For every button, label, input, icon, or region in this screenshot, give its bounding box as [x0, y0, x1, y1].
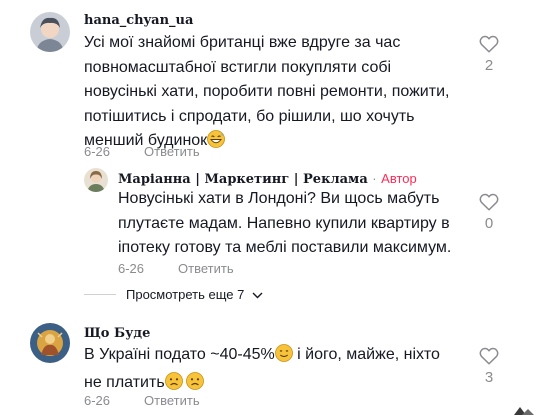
avatar-marianna[interactable] — [84, 168, 108, 192]
divider-line — [84, 294, 116, 295]
reply-button[interactable]: Ответить — [144, 144, 200, 159]
like-button[interactable]: 0 — [474, 193, 504, 232]
chevron-down-icon — [252, 287, 263, 302]
comment-meta: 6-26 Ответить — [84, 144, 200, 159]
like-count: 2 — [484, 57, 494, 74]
comment-text-part1: В Україні подато ~40-45% — [84, 346, 275, 363]
comment-text-body: Усі мої знайомі британці вже вдруге за ч… — [84, 34, 450, 149]
heart-icon — [479, 193, 499, 211]
comment-date: 6-26 — [118, 261, 145, 276]
comment-date: 6-26 — [84, 393, 111, 408]
comment-username[interactable]: Маріанна | Маркетинг | Реклама · Автор — [118, 171, 417, 187]
view-more-label[interactable]: Просмотреть еще 7 — [126, 287, 244, 302]
comment-text: Усі мої знайомі британці вже вдруге за ч… — [84, 31, 454, 157]
view-more-replies-button[interactable]: Просмотреть еще 7 — [84, 287, 263, 302]
comment-date: 6-26 — [84, 144, 111, 159]
partial-image-fragment — [500, 402, 537, 415]
like-button[interactable]: 3 — [474, 347, 504, 386]
separator-dot: · — [372, 171, 377, 186]
comment-username[interactable]: Що Буде — [84, 326, 150, 341]
comment-text: В Україні подато ~40-45% і його, майже, … — [84, 343, 454, 398]
heart-icon — [479, 347, 499, 365]
avatar-hana[interactable] — [30, 12, 70, 52]
comment-meta: 6-26 Ответить — [84, 393, 200, 408]
comment-meta: 6-26 Ответить — [118, 261, 234, 276]
avatar-shcho-bude[interactable] — [30, 323, 70, 363]
like-count: 0 — [484, 215, 494, 232]
comment-text: Новусінькі хати в Лондоні? Ви щось мабут… — [118, 190, 452, 256]
reply-button[interactable]: Ответить — [144, 393, 200, 408]
smiling-face-emoji — [274, 344, 293, 371]
heart-icon — [479, 35, 499, 53]
comment-username[interactable]: hana_chyan_ua — [84, 13, 193, 28]
like-button[interactable]: 2 — [474, 35, 504, 74]
author-badge: Автор — [381, 171, 417, 186]
reply-button[interactable]: Ответить — [178, 261, 234, 276]
like-count: 3 — [484, 369, 494, 386]
grinning-sweat-emoji — [207, 130, 226, 157]
comment-username-text[interactable]: Маріанна | Маркетинг | Реклама — [118, 172, 368, 187]
